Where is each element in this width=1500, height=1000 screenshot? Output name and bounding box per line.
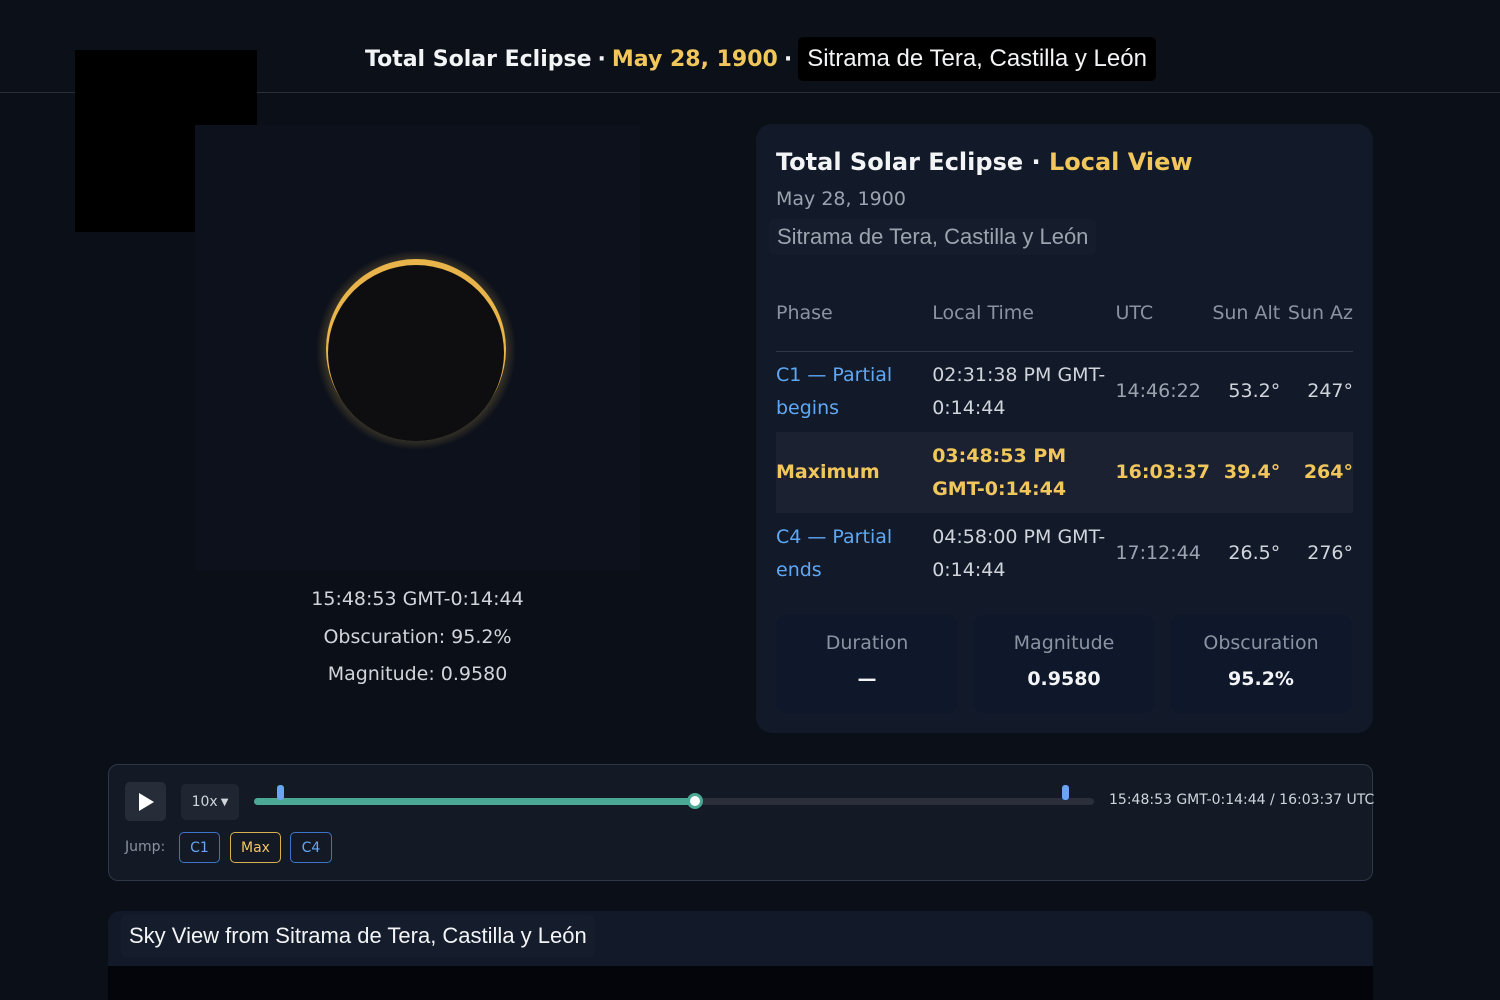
header-date: May 28, 1900 (611, 46, 778, 72)
header-separator: · (783, 46, 793, 72)
duration-stat: Duration — (776, 615, 958, 713)
eclipse-sun-view (195, 125, 640, 570)
card-title-separator: · (1031, 148, 1041, 176)
obscuration-stat: Obscuration 95.2% (1170, 615, 1352, 713)
column-header: Local Time (932, 277, 1116, 352)
utc-cell: 17:12:44 (1115, 542, 1201, 564)
sun-alt-cell: 39.4° (1209, 432, 1281, 513)
eclipse-graphic (316, 250, 516, 450)
jump-c1-button[interactable]: C1 (179, 832, 220, 863)
phase-table: Phase Local Time UTC Sun Alt Sun Az C1 —… (776, 277, 1353, 594)
playback-controls: 10x ▼ 15:48:53 GMT-0:14:44 / 16:03:37 UT… (108, 764, 1375, 881)
sun-az-cell: 276° (1307, 542, 1353, 564)
utc-cell: 14:46:22 (1115, 380, 1201, 403)
utc-cell: 16:03:37 (1115, 432, 1210, 513)
card-title: Total Solar Eclipse · Local View (776, 148, 1193, 176)
obscuration-value: 95.2% (1228, 668, 1294, 690)
play-button[interactable] (125, 782, 166, 821)
local-time-cell: 03:48:53 PM GMT-0:14:44 (932, 432, 1116, 513)
local-view-card: Total Solar Eclipse · Local View May 28,… (756, 124, 1373, 733)
table-header-row: Phase Local Time UTC Sun Alt Sun Az (776, 277, 1353, 352)
local-time-cell: 02:31:38 PM GMT-0:14:44 (932, 363, 1106, 419)
table-row: C4 — Partial ends 04:58:00 PM GMT-0:14:4… (776, 513, 1353, 594)
card-date: May 28, 1900 (776, 188, 906, 210)
sun-az-cell: 264° (1280, 432, 1353, 513)
speed-value: 10x (191, 794, 218, 810)
timeline-slider[interactable] (254, 785, 1094, 809)
magnitude-stat: Magnitude 0.9580 (973, 615, 1155, 713)
c1-marker (277, 785, 285, 800)
sun-az-cell: 247° (1307, 380, 1353, 403)
sky-view-canvas[interactable] (108, 966, 1373, 1000)
c4-marker (1061, 785, 1069, 800)
sky-view-title: Sky View from Sitrama de Tera, Castilla … (121, 915, 595, 957)
speed-select[interactable]: 10x ▼ (181, 784, 239, 820)
timeline-progress (254, 798, 695, 805)
card-location: Sitrama de Tera, Castilla y León (769, 219, 1097, 255)
jump-label: Jump: (125, 839, 166, 855)
timeline-handle[interactable] (687, 793, 703, 809)
play-icon (138, 792, 154, 811)
jump-max-button[interactable]: Max (230, 832, 281, 863)
jump-c4-button[interactable]: C4 (290, 832, 332, 863)
card-subtitle: Local View (1048, 148, 1193, 176)
magnitude-value: 0.9580 (1027, 668, 1101, 690)
magnitude-readout: Magnitude: 0.9580 (327, 663, 508, 685)
sun-alt-cell: 26.5° (1228, 542, 1281, 564)
table-row-maximum: Maximum 03:48:53 PM GMT-0:14:44 16:03:37… (776, 432, 1353, 513)
obscuration-label: Obscuration (1203, 632, 1319, 654)
table-row: C1 — Partial begins 02:31:38 PM GMT-0:14… (776, 351, 1353, 432)
phase-link-c4[interactable]: C4 — Partial ends (776, 513, 932, 594)
card-title-text: Total Solar Eclipse (776, 148, 1024, 176)
header-title-line: Total Solar Eclipse · May 28, 1900 · Sit… (365, 37, 1156, 81)
sky-view-panel: Sky View from Sitrama de Tera, Castilla … (108, 911, 1373, 1000)
obscuration-readout: Obscuration: 95.2% (323, 626, 512, 648)
duration-label: Duration (825, 632, 909, 654)
column-header: Sun Az (1280, 277, 1353, 352)
column-header: Phase (776, 277, 933, 352)
column-header: Sun Alt (1209, 277, 1281, 352)
duration-value: — (857, 668, 877, 690)
header-title: Total Solar Eclipse (365, 46, 592, 72)
header-location: Sitrama de Tera, Castilla y León (798, 37, 1156, 81)
magnitude-label: Magnitude (1013, 632, 1115, 654)
local-time-cell: 04:58:00 PM GMT-0:14:44 (932, 525, 1106, 581)
header-separator: · (597, 46, 606, 72)
current-time-readout: 15:48:53 GMT-0:14:44 (311, 588, 524, 610)
time-readout: 15:48:53 GMT-0:14:44 / 16:03:37 UTC (1109, 792, 1375, 808)
phase-link-c1[interactable]: C1 — Partial begins (776, 351, 932, 432)
phase-label-maximum: Maximum (776, 432, 933, 513)
column-header: UTC (1115, 277, 1210, 352)
chevron-down-icon: ▼ (220, 796, 229, 808)
sun-alt-cell: 53.2° (1228, 380, 1281, 403)
moon-disk (328, 265, 504, 441)
